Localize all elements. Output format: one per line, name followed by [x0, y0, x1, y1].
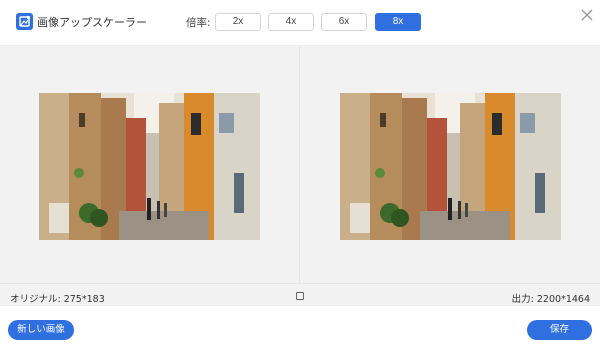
scale-2x-button[interactable]: 2x [215, 13, 261, 31]
app-title: 画像アップスケーラー [37, 16, 147, 29]
scale-6x-button[interactable]: 6x [321, 13, 367, 31]
scale-label: 倍率: [186, 17, 211, 29]
original-image [39, 93, 260, 240]
preview-divider [299, 46, 300, 284]
new-image-button[interactable]: 新しい画像 [8, 320, 74, 340]
preview-area [0, 45, 600, 284]
output-size-label: 出力: 2200*1464 [511, 294, 590, 305]
info-bar: オリジナル: 275*183 出力: 2200*1464 [0, 283, 600, 305]
square-icon[interactable] [296, 292, 304, 300]
scale-8x-button[interactable]: 8x [375, 13, 421, 31]
original-size-label: オリジナル: 275*183 [10, 294, 105, 305]
footer: 新しい画像 保存 [0, 305, 600, 353]
save-button[interactable]: 保存 [527, 320, 592, 340]
image-enhance-icon [16, 13, 33, 30]
scale-4x-button[interactable]: 4x [268, 13, 314, 31]
title-bar: 画像アップスケーラー 倍率: 2x 4x 6x 8x [0, 0, 600, 44]
upscaled-image [340, 93, 561, 240]
close-icon[interactable] [579, 7, 595, 23]
